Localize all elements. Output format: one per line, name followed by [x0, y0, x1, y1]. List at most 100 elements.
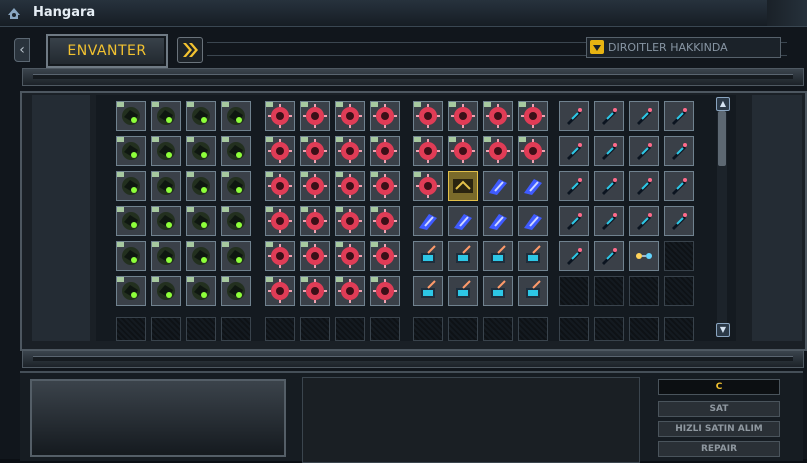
inventory-slot[interactable] — [151, 171, 181, 201]
inventory-slot[interactable] — [559, 206, 589, 236]
inventory-slot[interactable] — [186, 171, 216, 201]
inventory-slot[interactable] — [151, 101, 181, 131]
inventory-slot[interactable] — [664, 171, 694, 201]
inventory-slot[interactable] — [483, 241, 513, 271]
inventory-slot[interactable] — [629, 136, 659, 166]
empty-slot[interactable] — [265, 317, 295, 341]
inventory-slot[interactable] — [629, 101, 659, 131]
inventory-slot[interactable] — [265, 276, 295, 306]
inventory-slot[interactable] — [413, 276, 443, 306]
inventory-slot[interactable] — [664, 136, 694, 166]
inventory-slot[interactable] — [518, 206, 548, 236]
inventory-slot[interactable] — [559, 136, 589, 166]
inventory-slot[interactable] — [370, 136, 400, 166]
inventory-slot[interactable] — [335, 101, 365, 131]
inventory-slot[interactable] — [370, 276, 400, 306]
inventory-slot[interactable] — [151, 136, 181, 166]
inventory-slot[interactable] — [151, 276, 181, 306]
inventory-slot[interactable] — [594, 206, 624, 236]
inventory-slot[interactable] — [518, 136, 548, 166]
inventory-slot[interactable] — [370, 101, 400, 131]
empty-slot[interactable] — [664, 241, 694, 271]
inventory-slot[interactable] — [300, 136, 330, 166]
inventory-slot[interactable] — [116, 171, 146, 201]
inventory-slot[interactable] — [483, 171, 513, 201]
empty-slot[interactable] — [559, 276, 589, 306]
inventory-slot[interactable] — [116, 206, 146, 236]
inventory-slot[interactable] — [186, 206, 216, 236]
empty-slot[interactable] — [483, 317, 513, 341]
inventory-slot[interactable] — [518, 276, 548, 306]
repair-button[interactable]: REPAIR — [658, 441, 780, 457]
inventory-slot[interactable] — [116, 136, 146, 166]
inventory-slot[interactable] — [300, 276, 330, 306]
inventory-slot[interactable] — [448, 276, 478, 306]
inventory-slot[interactable] — [116, 276, 146, 306]
info-dropdown[interactable]: DIROITLER HAKKINDA — [586, 37, 781, 58]
inventory-slot[interactable] — [629, 206, 659, 236]
inventory-slot[interactable] — [413, 171, 443, 201]
inventory-slot[interactable] — [483, 206, 513, 236]
inventory-slot[interactable] — [265, 101, 295, 131]
inventory-slot[interactable] — [335, 171, 365, 201]
inventory-slot[interactable] — [483, 136, 513, 166]
inventory-slot[interactable] — [594, 241, 624, 271]
empty-slot[interactable] — [518, 317, 548, 341]
empty-slot[interactable] — [664, 317, 694, 341]
inventory-slot[interactable] — [413, 241, 443, 271]
inventory-slot[interactable] — [300, 101, 330, 131]
inventory-slot[interactable] — [335, 206, 365, 236]
inventory-slot[interactable] — [518, 241, 548, 271]
inventory-slot[interactable] — [448, 171, 478, 201]
inventory-slot[interactable] — [370, 171, 400, 201]
empty-slot[interactable] — [221, 317, 251, 341]
empty-slot[interactable] — [335, 317, 365, 341]
inventory-slot[interactable] — [221, 101, 251, 131]
inventory-slot[interactable] — [335, 136, 365, 166]
tab-prev-button[interactable]: ‹ — [14, 38, 30, 62]
inventory-slot[interactable] — [186, 101, 216, 131]
inventory-slot[interactable] — [448, 101, 478, 131]
empty-slot[interactable] — [370, 317, 400, 341]
inventory-slot[interactable] — [483, 276, 513, 306]
tab-envanter[interactable]: ENVANTER — [46, 34, 168, 68]
inventory-slot[interactable] — [559, 171, 589, 201]
inventory-slot[interactable] — [300, 206, 330, 236]
sell-button[interactable]: SAT — [658, 401, 780, 417]
inventory-slot[interactable] — [186, 241, 216, 271]
inventory-slot[interactable] — [559, 101, 589, 131]
inventory-slot[interactable] — [518, 171, 548, 201]
inventory-slot[interactable] — [221, 241, 251, 271]
inventory-slot[interactable] — [300, 241, 330, 271]
inventory-slot[interactable] — [448, 206, 478, 236]
empty-slot[interactable] — [300, 317, 330, 341]
inventory-slot[interactable] — [151, 206, 181, 236]
inventory-slot[interactable] — [594, 101, 624, 131]
empty-slot[interactable] — [594, 276, 624, 306]
inventory-slot[interactable] — [151, 241, 181, 271]
empty-slot[interactable] — [594, 317, 624, 341]
inventory-slot[interactable] — [186, 136, 216, 166]
inventory-slot[interactable] — [335, 241, 365, 271]
inventory-slot[interactable] — [594, 136, 624, 166]
inventory-slot[interactable] — [116, 101, 146, 131]
inventory-slot[interactable] — [221, 171, 251, 201]
inventory-slot[interactable] — [413, 136, 443, 166]
empty-slot[interactable] — [629, 317, 659, 341]
empty-slot[interactable] — [413, 317, 443, 341]
scroll-up-button[interactable]: ▲ — [716, 97, 730, 111]
inventory-slot[interactable] — [370, 241, 400, 271]
quick-buy-button[interactable]: HIZLI SATIN ALIM — [658, 421, 780, 437]
inventory-slot[interactable] — [265, 241, 295, 271]
inventory-slot[interactable] — [448, 136, 478, 166]
inventory-slot[interactable] — [518, 101, 548, 131]
inventory-slot[interactable] — [265, 136, 295, 166]
inventory-slot[interactable] — [448, 241, 478, 271]
inventory-slot[interactable] — [221, 136, 251, 166]
inventory-slot[interactable] — [335, 276, 365, 306]
inventory-slot[interactable] — [186, 276, 216, 306]
empty-slot[interactable] — [664, 276, 694, 306]
inventory-slot[interactable] — [116, 241, 146, 271]
empty-slot[interactable] — [448, 317, 478, 341]
inventory-slot[interactable] — [629, 241, 659, 271]
